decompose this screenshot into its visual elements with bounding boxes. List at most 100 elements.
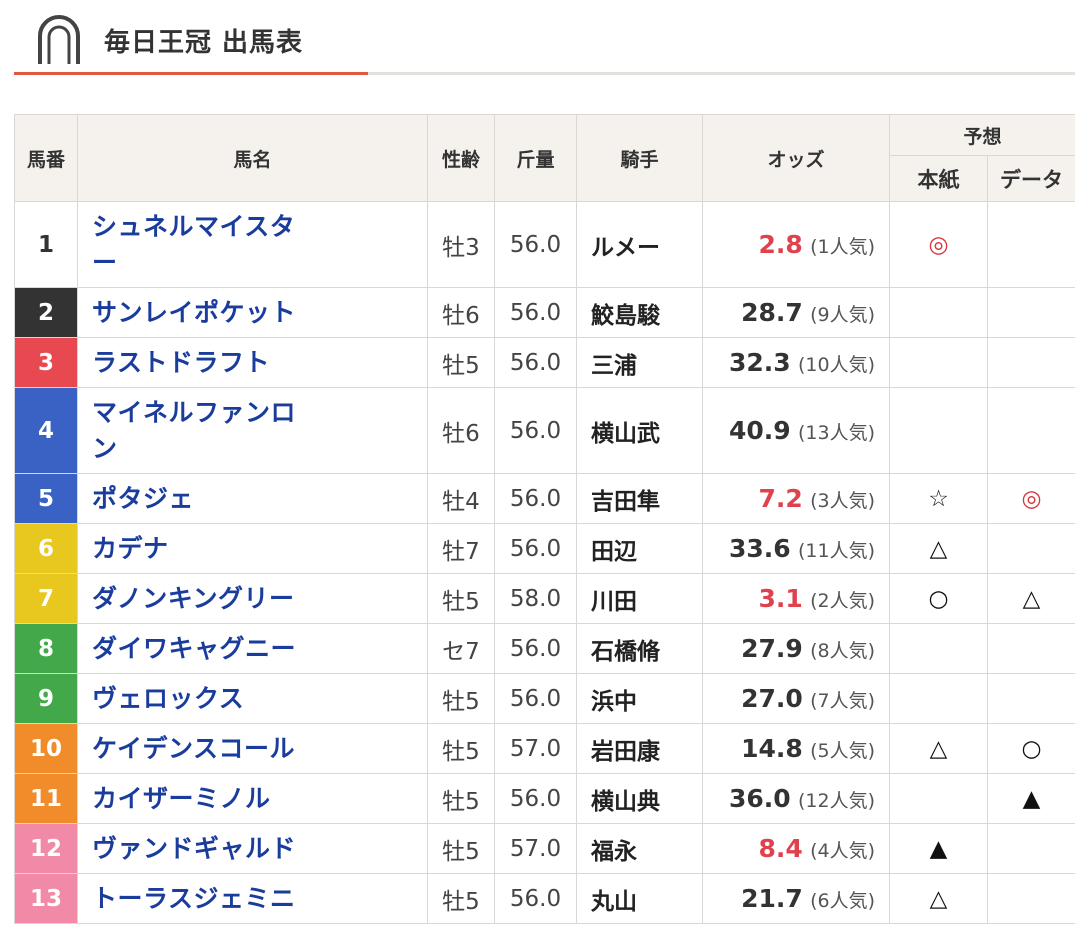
jockey-cell: 吉田隼 <box>576 473 703 524</box>
popularity: (12人気) <box>797 790 875 812</box>
honshi-mark: △ <box>889 723 988 774</box>
odds-cell: 8.4 (4人気) <box>702 823 890 874</box>
odds-cell: 33.6 (11人気) <box>702 523 890 574</box>
horse-name-link[interactable]: トーラスジェミニ <box>92 881 302 917</box>
odds-value: 40.9 <box>728 416 791 445</box>
horse-name-link[interactable]: カデナ <box>92 531 302 567</box>
odds-value: 27.0 <box>741 684 803 713</box>
data-mark: ▲ <box>986 773 1075 824</box>
sex-age-cell: 牡5 <box>427 723 495 774</box>
honshi-mark: ○ <box>889 573 988 624</box>
odds-cell: 21.7 (6人気) <box>702 873 890 924</box>
header-honshi: 本紙 <box>889 155 988 202</box>
odds-value: 21.7 <box>741 884 803 913</box>
data-mark <box>986 623 1075 674</box>
weight-cell: 57.0 <box>494 723 577 774</box>
jockey-cell: 田辺 <box>576 523 703 574</box>
umaban-cell: 3 <box>14 337 78 388</box>
popularity: (1人気) <box>810 236 875 258</box>
sex-age-cell: 牡5 <box>427 873 495 924</box>
table-row: 7 ダノンキングリー 牡5 58.0 川田 3.1 (2人気) ○ △ <box>14 573 1075 624</box>
odds-value: 8.4 <box>758 834 803 863</box>
data-mark <box>986 673 1075 724</box>
weight-cell: 56.0 <box>494 623 577 674</box>
jockey-cell: 横山典 <box>576 773 703 824</box>
header-name: 馬名 <box>77 114 428 202</box>
sex-age-cell: 牡5 <box>427 673 495 724</box>
horse-name-link[interactable]: カイザーミノル <box>92 781 302 817</box>
data-mark <box>986 823 1075 874</box>
popularity: (7人気) <box>810 690 875 712</box>
jockey-cell: 岩田康 <box>576 723 703 774</box>
sex-age-cell: 牡5 <box>427 337 495 388</box>
umaban-cell: 10 <box>14 723 78 774</box>
umaban-cell: 7 <box>14 573 78 624</box>
sex-age-cell: 牡5 <box>427 773 495 824</box>
sex-age-cell: 牡5 <box>427 823 495 874</box>
horseshoe-icon <box>38 15 80 64</box>
popularity: (13人気) <box>797 422 875 444</box>
umaban-cell: 2 <box>14 287 78 338</box>
popularity: (11人気) <box>797 540 875 562</box>
weight-cell: 56.0 <box>494 523 577 574</box>
horse-name-link[interactable]: ヴェロックス <box>92 681 302 717</box>
sex-age-cell: 牡7 <box>427 523 495 574</box>
umaban-cell: 5 <box>14 473 78 524</box>
popularity: (2人気) <box>810 590 875 612</box>
sex-age-cell: 牡6 <box>427 287 495 338</box>
honshi-mark: △ <box>889 523 988 574</box>
honshi-mark <box>889 623 988 674</box>
sex-age-cell: 牡5 <box>427 573 495 624</box>
horse-name-link[interactable]: ラストドラフト <box>92 345 302 381</box>
jockey-cell: 川田 <box>576 573 703 624</box>
data-mark <box>986 201 1075 288</box>
weight-cell: 56.0 <box>494 673 577 724</box>
entry-table: 馬番 馬名 性齢 斤量 騎手 オッズ 予想 本紙 データ 1 シュネルマイスター牡… <box>14 114 1075 924</box>
popularity: (8人気) <box>810 640 875 662</box>
sex-age-cell: 牡6 <box>427 387 495 474</box>
header-sexage: 性齢 <box>427 114 495 202</box>
header-prediction: 予想 <box>888 114 1075 156</box>
table-row: 4 マイネルファンロン 牡6 56.0 横山武 40.9 (13人気) <box>14 387 1075 474</box>
umaban-cell: 12 <box>14 823 78 874</box>
horse-name-link[interactable]: サンレイポケット <box>92 295 302 331</box>
header-odds: オッズ <box>702 114 890 202</box>
umaban-cell: 11 <box>14 773 78 824</box>
odds-cell: 32.3 (10人気) <box>702 337 890 388</box>
weight-cell: 56.0 <box>494 873 577 924</box>
odds-value: 7.2 <box>758 484 803 513</box>
table-row: 12 ヴァンドギャルド 牡5 57.0 福永 8.4 (4人気) ▲ <box>14 823 1075 874</box>
data-mark: ○ <box>986 723 1075 774</box>
horse-name-link[interactable]: マイネルファンロン <box>92 395 302 467</box>
odds-cell: 7.2 (3人気) <box>702 473 890 524</box>
jockey-cell: 福永 <box>576 823 703 874</box>
data-mark <box>986 873 1075 924</box>
table-row: 8 ダイワキャグニー セ7 56.0 石橋脩 27.9 (8人気) <box>14 623 1075 674</box>
horse-name-link[interactable]: ケイデンスコール <box>92 731 302 767</box>
odds-cell: 3.1 (2人気) <box>702 573 890 624</box>
honshi-mark <box>889 673 988 724</box>
odds-value: 28.7 <box>741 298 803 327</box>
horse-name-link[interactable]: ダイワキャグニー <box>92 631 302 667</box>
jockey-cell: 鮫島駿 <box>576 287 703 338</box>
table-row: 13 トーラスジェミニ 牡5 56.0 丸山 21.7 (6人気) △ <box>14 873 1075 924</box>
jockey-cell: 横山武 <box>576 387 703 474</box>
table-row: 11 カイザーミノル 牡5 56.0 横山典 36.0 (12人気) ▲ <box>14 773 1075 824</box>
data-mark <box>986 287 1075 338</box>
odds-value: 2.8 <box>758 230 803 259</box>
horse-name-link[interactable]: シュネルマイスター <box>92 209 302 281</box>
table-row: 9 ヴェロックス 牡5 56.0 浜中 27.0 (7人気) <box>14 673 1075 724</box>
odds-cell: 28.7 (9人気) <box>702 287 890 338</box>
popularity: (9人気) <box>810 304 875 326</box>
sex-age-cell: 牡4 <box>427 473 495 524</box>
data-mark <box>986 387 1075 474</box>
weight-cell: 56.0 <box>494 773 577 824</box>
table-row: 2 サンレイポケット 牡6 56.0 鮫島駿 28.7 (9人気) <box>14 287 1075 338</box>
title-divider-accent <box>14 72 368 75</box>
horse-name-link[interactable]: ヴァンドギャルド <box>92 831 302 867</box>
horse-name-link[interactable]: ポタジェ <box>92 481 302 517</box>
umaban-cell: 13 <box>14 873 78 924</box>
popularity: (10人気) <box>797 354 875 376</box>
horse-name-link[interactable]: ダノンキングリー <box>92 581 302 617</box>
weight-cell: 56.0 <box>494 337 577 388</box>
